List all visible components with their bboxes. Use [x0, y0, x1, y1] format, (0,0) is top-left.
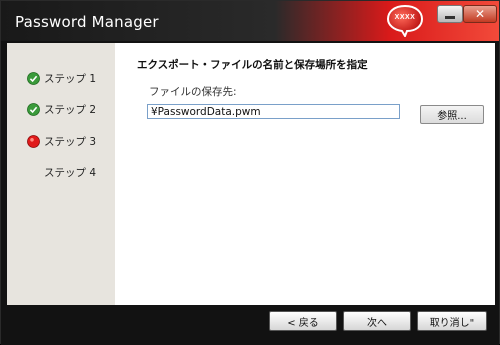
logo-text: XXXX [394, 14, 416, 21]
close-button[interactable]: ✕ [463, 5, 497, 23]
window-title: Password Manager [15, 13, 159, 31]
app-logo-icon: XXXX [385, 3, 425, 37]
sidebar-step-3: ステップ 3 [27, 133, 96, 149]
step-label: ステップ 1 [44, 72, 97, 85]
step-label: ステップ 4 [44, 166, 97, 179]
wizard-steps-sidebar: ステップ 1 ステップ 2 ステップ 3 ステップ 4 [7, 43, 115, 305]
page-heading: エクスポート・ファイルの名前と保存場所を指定 [137, 59, 368, 71]
save-location-label: ファイルの保存先: [149, 86, 237, 98]
next-button[interactable]: 次へ [343, 311, 411, 331]
back-button[interactable]: < 戻る [269, 311, 337, 331]
check-icon [27, 71, 40, 85]
browse-button[interactable]: 参照... [420, 105, 484, 124]
sidebar-step-4: ステップ 4 [44, 164, 96, 180]
red-dot-icon [27, 134, 40, 148]
cancel-button[interactable]: 取り消し" [417, 311, 487, 331]
check-icon [27, 102, 40, 116]
sidebar-step-2: ステップ 2 [27, 101, 96, 117]
minimize-button[interactable] [437, 5, 463, 23]
step-label: ステップ 2 [44, 103, 97, 116]
sidebar-step-1: ステップ 1 [27, 70, 96, 86]
password-manager-window: Password Manager XXXX ✕ ステップ 1 ステップ 2 ステ… [0, 0, 500, 345]
step-label: ステップ 3 [44, 135, 97, 148]
title-bar[interactable]: Password Manager XXXX ✕ [1, 1, 499, 41]
wizard-footer: < 戻る 次へ 取り消し" [1, 305, 499, 345]
close-icon: ✕ [474, 7, 486, 21]
minimize-icon [445, 15, 455, 19]
wizard-content: エクスポート・ファイルの名前と保存場所を指定 ファイルの保存先: 参照... [115, 43, 495, 305]
file-path-input[interactable] [147, 104, 400, 119]
